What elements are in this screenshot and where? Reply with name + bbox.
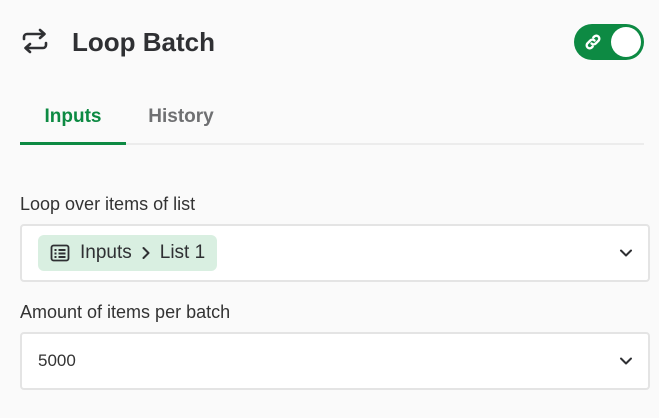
link-icon <box>585 34 601 50</box>
tab-inputs[interactable]: Inputs <box>20 98 126 145</box>
chevron-right-icon <box>142 247 150 259</box>
chevron-down-icon[interactable] <box>618 353 634 369</box>
chip-parent: Inputs <box>80 242 132 263</box>
loop-icon <box>22 28 48 54</box>
list-chip[interactable]: Inputs List 1 <box>38 235 218 271</box>
list-icon <box>50 244 70 262</box>
tab-history[interactable]: History <box>126 98 236 145</box>
tab-bar: Inputs History <box>20 98 644 145</box>
batch-size-select[interactable]: 5000 <box>20 332 650 390</box>
loop-list-label: Loop over items of list <box>20 194 196 214</box>
toggle-knob <box>611 27 641 57</box>
chip-child: List 1 <box>159 242 206 263</box>
loop-list-select[interactable]: Inputs List 1 <box>20 224 650 282</box>
batch-size-value: 5000 <box>38 351 76 370</box>
page-title: Loop Batch <box>72 27 215 57</box>
chevron-down-icon[interactable] <box>618 245 634 261</box>
link-toggle[interactable] <box>574 24 644 60</box>
header: Loop Batch <box>20 22 644 62</box>
batch-size-label: Amount of items per batch <box>20 302 231 322</box>
